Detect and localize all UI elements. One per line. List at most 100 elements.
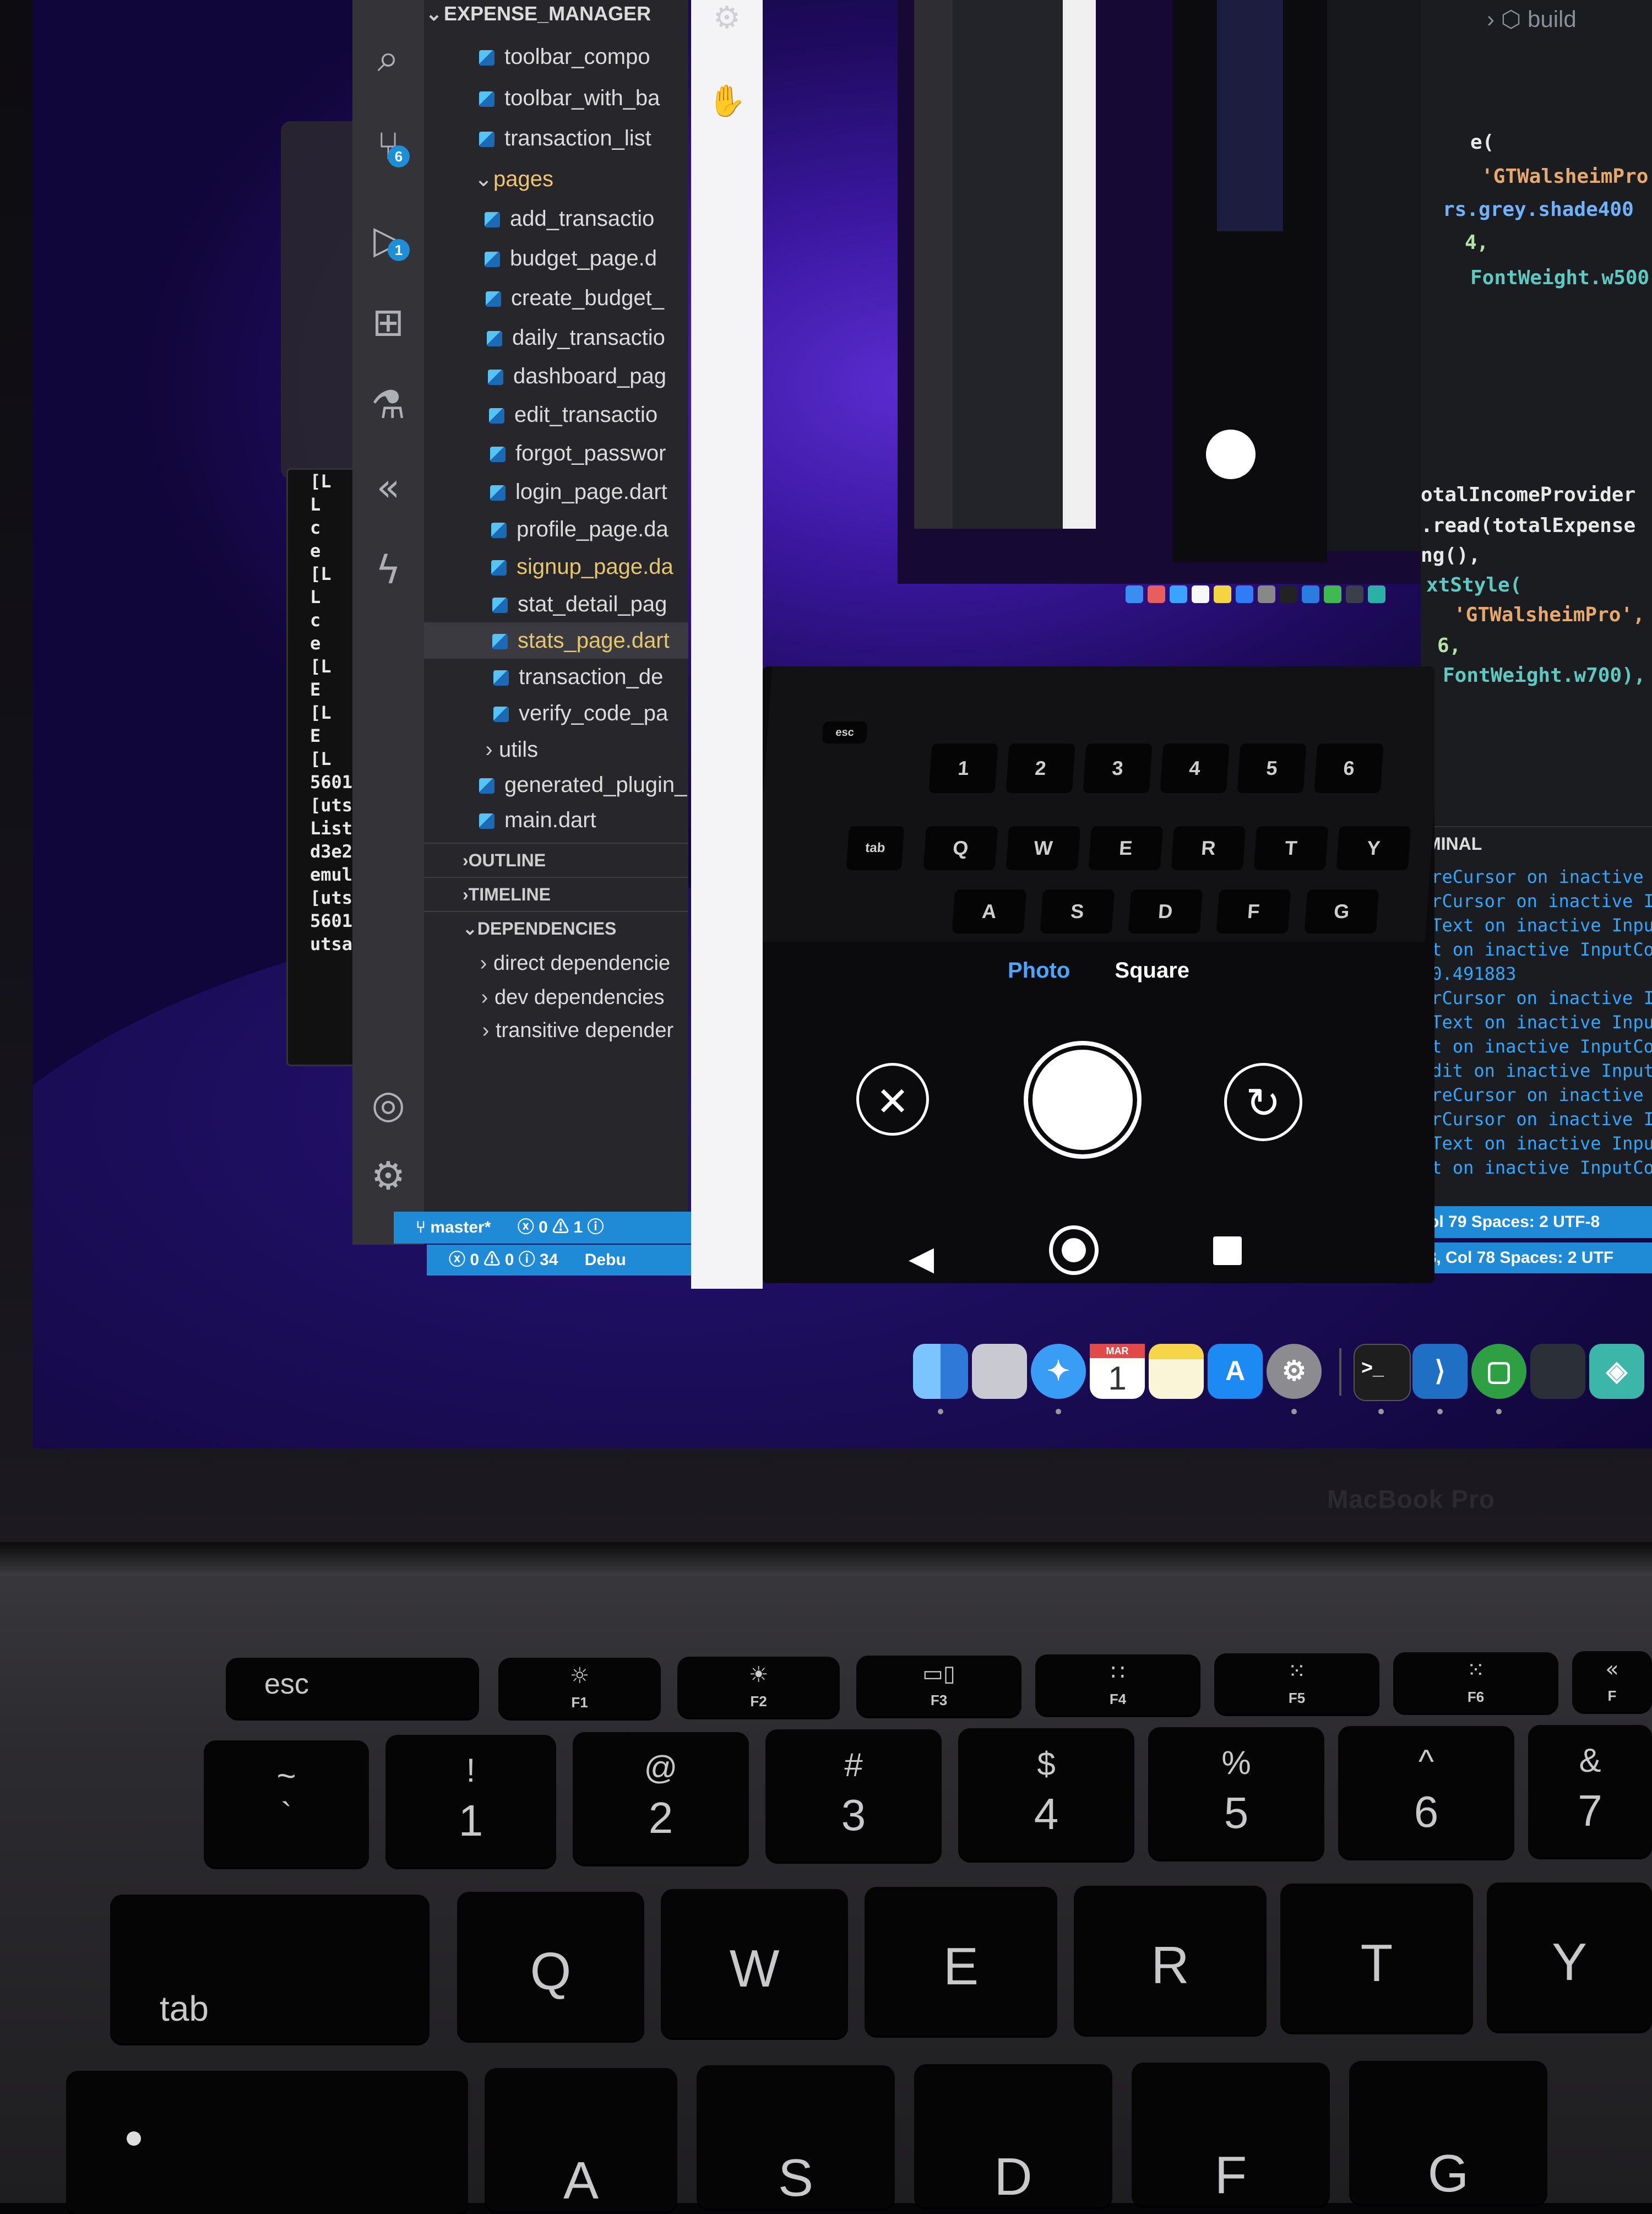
- key-f2[interactable]: ☀ F2: [677, 1657, 840, 1717]
- key-backtick[interactable]: ~ `: [204, 1740, 369, 1867]
- dart-file-icon: [479, 132, 494, 148]
- nav-home-button[interactable]: [1049, 1225, 1099, 1275]
- safari-icon[interactable]: ✦: [1031, 1344, 1086, 1399]
- android-studio-icon[interactable]: [1530, 1344, 1585, 1399]
- timeline-section[interactable]: ›TIMELINE: [424, 877, 688, 911]
- key-q[interactable]: Q: [457, 1892, 644, 2041]
- key-d[interactable]: D: [914, 2064, 1112, 2207]
- dependencies-section[interactable]: ⌄DEPENDENCIES: [424, 911, 688, 945]
- tree-file[interactable]: profile_page.da: [424, 511, 688, 547]
- nav-back-button[interactable]: ◀: [909, 1239, 934, 1278]
- key-5[interactable]: % 5: [1148, 1727, 1324, 1859]
- terminal-tab[interactable]: MINAL: [1421, 826, 1652, 860]
- debug-indicator[interactable]: Debu: [563, 1251, 626, 1269]
- key-g[interactable]: G: [1349, 2061, 1547, 2204]
- extensions-icon[interactable]: ⊞: [363, 297, 413, 347]
- tree-file-modified[interactable]: signup_page.da: [424, 549, 688, 585]
- settings-gear-icon[interactable]: ⚙: [363, 1151, 413, 1201]
- tree-folder-pages[interactable]: ⌄pages: [424, 161, 688, 197]
- tree-file[interactable]: generated_plugin_: [424, 767, 688, 803]
- notes-icon[interactable]: [1149, 1344, 1204, 1399]
- key-esc[interactable]: esc: [226, 1658, 479, 1718]
- mode-square-tab[interactable]: Square: [1115, 958, 1189, 983]
- dependency-group[interactable]: › transitive depender: [424, 1012, 688, 1049]
- flutter-icon[interactable]: «: [363, 463, 413, 512]
- run-debug-icon[interactable]: ▷ 1: [363, 215, 413, 264]
- key-f3[interactable]: ▭▯ F3: [856, 1656, 1021, 1716]
- vscode-icon[interactable]: ⟩: [1412, 1344, 1468, 1399]
- problems-indicator[interactable]: ⓧ 0 ⚠ 0 ⓘ 34: [427, 1251, 558, 1269]
- close-icon: ✕: [876, 1078, 910, 1125]
- key-w[interactable]: W: [661, 1889, 848, 2038]
- terminal-line: dText on inactive InputC: [1421, 1133, 1652, 1154]
- tree-file[interactable]: daily_transactio: [424, 319, 688, 356]
- viewfinder-key: E: [1088, 826, 1164, 870]
- key-f6[interactable]: ⁙ F6: [1393, 1652, 1558, 1713]
- messages-icon[interactable]: ▢: [1471, 1344, 1526, 1399]
- flutter-devtools-icon[interactable]: ◈: [1589, 1344, 1644, 1399]
- key-a[interactable]: A: [485, 2068, 677, 2211]
- key-3[interactable]: #3: [765, 1729, 942, 1862]
- testing-flask-icon[interactable]: ⚗: [363, 380, 413, 430]
- tree-file[interactable]: login_page.dart: [424, 474, 688, 510]
- mode-photo-tab[interactable]: Photo: [1008, 958, 1070, 983]
- dock-divider: [1339, 1348, 1341, 1396]
- key-4[interactable]: $4: [958, 1728, 1134, 1860]
- terminal-icon[interactable]: >_: [1354, 1344, 1411, 1401]
- tree-folder-utils[interactable]: › utils: [424, 731, 688, 768]
- app-store-icon[interactable]: A: [1208, 1344, 1263, 1399]
- key-2[interactable]: @2: [573, 1732, 749, 1864]
- key-f5[interactable]: ⁙ F5: [1214, 1653, 1379, 1714]
- tree-file[interactable]: toolbar_with_ba: [424, 80, 688, 116]
- key-tab[interactable]: tab: [110, 1895, 430, 2043]
- tree-file[interactable]: add_transactio: [424, 200, 688, 237]
- key-f[interactable]: F: [1132, 2063, 1330, 2206]
- tree-file[interactable]: dashboard_pag: [424, 358, 688, 394]
- viewfinder-key: tab: [846, 826, 905, 870]
- dependency-group[interactable]: › direct dependencie: [424, 945, 688, 981]
- tree-file-selected[interactable]: stats_page.dart: [424, 622, 688, 659]
- key-s[interactable]: S: [697, 2065, 895, 2208]
- dependency-group[interactable]: › dev dependencies: [424, 979, 688, 1016]
- key-f4[interactable]: ∷ F4: [1035, 1654, 1200, 1715]
- tree-file[interactable]: forgot_passwor: [424, 435, 688, 471]
- problems-indicator[interactable]: ⓧ 0 ⚠ 1 ⓘ: [496, 1218, 604, 1236]
- calendar-icon[interactable]: MAR 1: [1090, 1344, 1145, 1399]
- key-1[interactable]: ! 1: [385, 1735, 556, 1867]
- git-branch[interactable]: master*: [430, 1218, 491, 1236]
- system-preferences-icon[interactable]: ⚙: [1267, 1344, 1322, 1399]
- tree-file[interactable]: toolbar_compo: [424, 39, 688, 75]
- tree-file[interactable]: create_budget_: [424, 280, 688, 316]
- key-y[interactable]: Y: [1487, 1882, 1652, 2031]
- nav-recents-button[interactable]: [1213, 1236, 1242, 1265]
- lightning-icon[interactable]: ϟ: [363, 545, 413, 595]
- explorer-root[interactable]: ⌄EXPENSE_MANAGER: [424, 0, 688, 32]
- key-f1[interactable]: ☼ F1: [498, 1658, 661, 1718]
- terminal-output[interactable]: oreCursor on inactive erCursor on inacti…: [1421, 865, 1652, 1195]
- chevron-right-icon: ›: [480, 952, 487, 975]
- tree-file[interactable]: stat_detail_pag: [424, 586, 688, 622]
- key-caps-lock[interactable]: [66, 2071, 468, 2214]
- tree-file[interactable]: transaction_list: [424, 120, 688, 156]
- search-icon[interactable]: ⌕: [363, 33, 413, 83]
- key-e[interactable]: E: [865, 1887, 1057, 2036]
- key-f7[interactable]: «F: [1572, 1651, 1652, 1712]
- switch-camera-button[interactable]: ↻: [1224, 1063, 1302, 1141]
- shutter-button[interactable]: [1024, 1041, 1142, 1159]
- tree-file[interactable]: budget_page.d: [424, 240, 688, 276]
- key-7[interactable]: & 7: [1528, 1725, 1652, 1857]
- key-t[interactable]: T: [1280, 1884, 1473, 2032]
- key-r[interactable]: R: [1074, 1886, 1267, 2034]
- finder-icon[interactable]: [913, 1344, 968, 1399]
- tree-file[interactable]: verify_code_pa: [424, 695, 688, 731]
- breadcrumb-build[interactable]: › ⬡ build: [1487, 6, 1577, 32]
- tree-file[interactable]: transaction_de: [424, 659, 688, 695]
- source-control-icon[interactable]: ⑂ 6: [363, 121, 413, 171]
- tree-file[interactable]: main.dart: [424, 802, 688, 838]
- outline-section[interactable]: ›OUTLINE: [424, 843, 688, 877]
- account-icon[interactable]: ◎: [363, 1079, 413, 1129]
- launchpad-icon[interactable]: [972, 1344, 1027, 1399]
- key-6[interactable]: ^ 6: [1338, 1726, 1514, 1858]
- cancel-button[interactable]: ✕: [856, 1063, 929, 1136]
- tree-file[interactable]: edit_transactio: [424, 397, 688, 433]
